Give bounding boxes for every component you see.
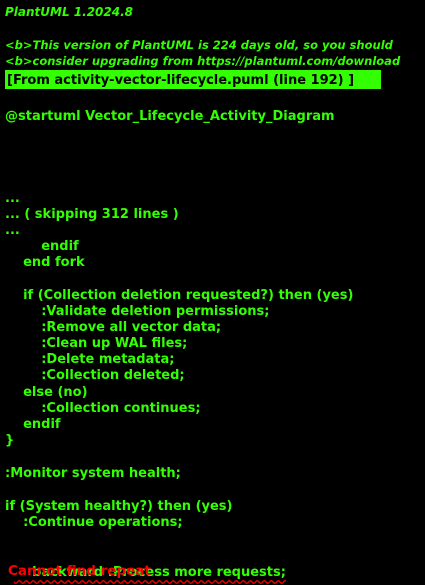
code-line-ellipsis: ...	[5, 223, 20, 238]
code-line-ellipsis: ...	[5, 191, 20, 206]
code-line: :Monitor system health;	[5, 466, 181, 481]
code-line: :Validate deletion permissions;	[5, 304, 270, 319]
code-line: endif	[5, 239, 79, 254]
source-reference: [From activity-vector-lifecycle.puml (li…	[5, 70, 381, 89]
code-line: :Remove all vector data;	[5, 320, 222, 335]
code-line: :Delete metadata;	[5, 352, 175, 367]
code-line: else (no)	[5, 385, 88, 400]
code-line: }	[5, 433, 15, 448]
code-line: if (Collection deletion requested?) then…	[5, 288, 354, 303]
code-line: :Continue operations;	[5, 515, 183, 530]
warning-line-1: <b>This version of PlantUML is 224 days …	[5, 38, 393, 52]
code-line-startuml: @startuml Vector_Lifecycle_Activity_Diag…	[5, 109, 335, 124]
code-line-skipping: ... ( skipping 312 lines )	[5, 207, 179, 222]
error-message: Cannot find repeat	[8, 563, 151, 579]
code-line: :Collection continues;	[5, 401, 201, 416]
code-line: :Clean up WAL files;	[5, 336, 188, 351]
warning-line-2: <b>consider upgrading from https://plant…	[5, 54, 401, 68]
code-line: :Collection deleted;	[5, 368, 185, 383]
code-line: endif	[5, 417, 61, 432]
code-line: end fork	[5, 255, 85, 270]
plantuml-version: PlantUML 1.2024.8	[5, 5, 134, 19]
code-line: if (System healthy?) then (yes)	[5, 499, 233, 514]
